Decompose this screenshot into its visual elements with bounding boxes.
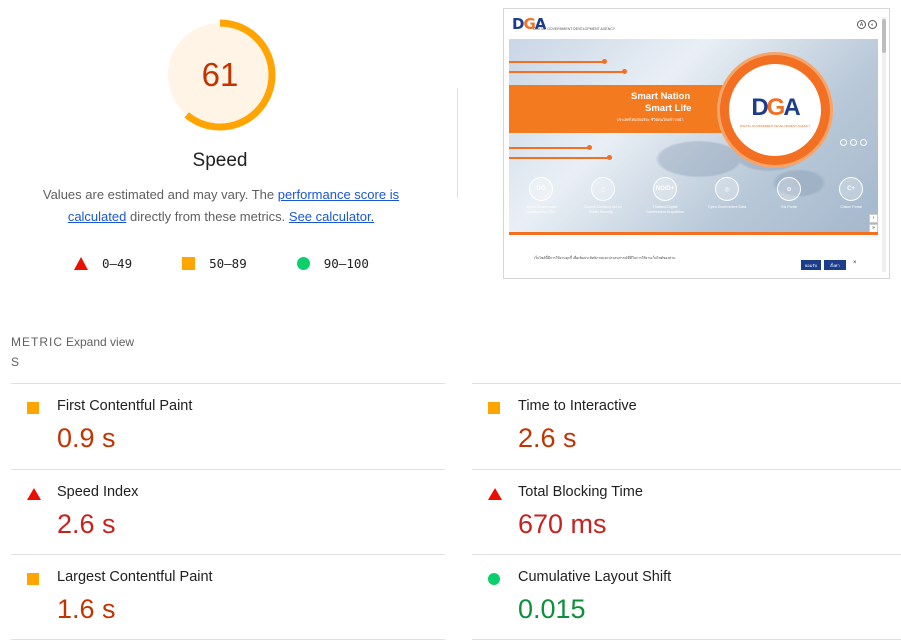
row-divider bbox=[472, 639, 901, 640]
fail-triangle-icon bbox=[74, 256, 88, 270]
vertical-divider bbox=[457, 88, 458, 198]
metric-name: Speed Index bbox=[57, 484, 139, 500]
legend-item-fail: 0–49 bbox=[74, 256, 132, 271]
hero-headline-sub: ประเทศไทยอัจฉริยะ ชีวิตคนไทยก้าวหน้า bbox=[617, 118, 684, 122]
metrics-header: METRIC Expand view S bbox=[11, 332, 191, 372]
cookie-text: เว็บไซต์นี้มีการใช้งานคุกกี้ เพื่อเพิ่มป… bbox=[534, 256, 676, 260]
description-middle: directly from these metrics. bbox=[126, 209, 289, 224]
metric-first-contentful-paint: First Contentful Paint 0.9 s bbox=[11, 383, 445, 469]
average-square-icon bbox=[182, 256, 196, 270]
metric-value: 2.6 s bbox=[57, 509, 116, 539]
row-divider bbox=[11, 554, 445, 555]
score-description: Values are estimated and may vary. The p… bbox=[24, 184, 418, 228]
fail-triangle-icon bbox=[27, 488, 41, 500]
text-size-icon: A bbox=[857, 20, 866, 29]
dg-plan-icon: DG bbox=[529, 177, 553, 201]
score-value: 61 bbox=[201, 56, 239, 93]
legend-item-pass: 90–100 bbox=[296, 255, 369, 271]
metric-value: 0.9 s bbox=[57, 423, 116, 453]
dga-logo-subtitle: DIGITAL GOVERNMENT DEVELOPMENT AGENCY bbox=[533, 27, 616, 31]
metric-value: 0.015 bbox=[518, 594, 586, 624]
metrics-title: METRIC bbox=[11, 335, 63, 349]
thumbnail-header: DGA DIGITAL GOVERNMENT DEVELOPMENT AGENC… bbox=[504, 9, 889, 39]
thumbnail-scrollbar bbox=[882, 17, 886, 272]
open-data-icon: ◎ bbox=[715, 177, 739, 201]
expand-view-toggle[interactable]: Expand view bbox=[66, 335, 134, 349]
row-divider bbox=[472, 469, 901, 470]
cookie-accept-button: ยอมรับ bbox=[801, 260, 821, 270]
score-label: Speed bbox=[192, 150, 248, 171]
average-square-icon bbox=[27, 573, 39, 585]
row-divider bbox=[472, 554, 901, 555]
metric-name: Total Blocking Time bbox=[518, 484, 643, 500]
side-nav-icon: » bbox=[869, 224, 878, 232]
service-item: DG Digital Government Development Plan bbox=[521, 177, 561, 215]
social-icon bbox=[860, 139, 867, 146]
performance-score-gauge: 61 bbox=[163, 18, 277, 132]
accessibility-icons: A ◐ bbox=[855, 20, 877, 29]
thumbnail-scroll-thumb bbox=[882, 19, 886, 53]
pass-circle-icon bbox=[488, 573, 500, 585]
row-divider bbox=[472, 383, 901, 384]
final-screenshot-thumbnail[interactable]: DG A DIGITAL GOVERNMENT DEVELOPMENT AGENC… bbox=[503, 8, 890, 279]
metric-total-blocking-time: Total Blocking Time 670 ms bbox=[472, 469, 901, 555]
dga-circle-logo: DGA DIGITAL GOVERNMENT DEVELOPMENT AGENC… bbox=[720, 55, 830, 165]
cookie-banner: เว็บไซต์นี้มีการใช้งานคุกกี้ เพื่อเพิ่มป… bbox=[509, 241, 884, 277]
legend-range: 90–100 bbox=[323, 255, 369, 271]
social-icons bbox=[837, 139, 867, 146]
dga-circle-caption: DIGITAL GOVERNMENT DEVELOPMENT AGENCY bbox=[739, 124, 811, 128]
metric-value: 670 ms bbox=[518, 509, 607, 539]
metric-largest-contentful-paint: Largest Contentful Paint 1.6 s bbox=[11, 554, 445, 640]
service-item: ◎ Open Government Data bbox=[707, 177, 747, 215]
side-nav-icon: › bbox=[869, 214, 878, 223]
average-square-icon bbox=[488, 402, 500, 414]
description-prefix: Values are estimated and may vary. The bbox=[42, 187, 278, 202]
legend-item-average: 50–89 bbox=[182, 256, 247, 271]
metric-name: Time to Interactive bbox=[518, 398, 637, 414]
service-item: ▯ Govern Certainty Act on Public Security… bbox=[583, 177, 623, 215]
score-legend: 0–49 50–89 90–100 bbox=[74, 254, 419, 272]
fail-triangle-icon bbox=[488, 488, 502, 500]
document-icon: ▯ bbox=[591, 177, 615, 201]
service-item: NO/D+ Thailand Digital Government Acquisi… bbox=[645, 177, 685, 215]
service-icons-row: DG Digital Government Development Plan ▯ G… bbox=[521, 177, 871, 215]
service-item: C+ Citizen Portal bbox=[831, 177, 871, 215]
row-divider bbox=[11, 383, 445, 384]
hero-headline-2: Smart Life bbox=[645, 103, 692, 114]
social-icon bbox=[840, 139, 847, 146]
hero-bottom-bar bbox=[509, 232, 878, 235]
metric-speed-index: Speed Index 2.6 s bbox=[11, 469, 445, 555]
metrics-title-tail: S bbox=[11, 355, 21, 369]
side-nav-buttons: › » bbox=[869, 214, 878, 232]
row-divider bbox=[11, 639, 445, 640]
hero-banner: Smart Nation Smart Life ประเทศไทยอัจฉริย… bbox=[509, 39, 878, 232]
social-icon bbox=[850, 139, 857, 146]
metric-value: 2.6 s bbox=[518, 423, 577, 453]
metric-cumulative-layout-shift: Cumulative Layout Shift 0.015 bbox=[472, 554, 901, 640]
metric-name: Cumulative Layout Shift bbox=[518, 569, 672, 585]
biz-portal-icon: ⊙ bbox=[777, 177, 801, 201]
acquisition-icon: NO/D+ bbox=[653, 177, 677, 201]
cookie-settings-button: ตั้งค่า bbox=[824, 260, 846, 270]
contrast-icon: ◐ bbox=[868, 20, 877, 29]
row-divider bbox=[11, 469, 445, 470]
metric-name: Largest Contentful Paint bbox=[57, 569, 213, 585]
metric-time-to-interactive: Time to Interactive 2.6 s bbox=[472, 383, 901, 469]
see-calculator-link[interactable]: See calculator. bbox=[289, 209, 374, 224]
pass-circle-icon bbox=[296, 256, 310, 270]
average-square-icon bbox=[27, 402, 39, 414]
citizen-portal-icon: C+ bbox=[839, 177, 863, 201]
close-icon: × bbox=[853, 260, 857, 266]
metric-name: First Contentful Paint bbox=[57, 398, 193, 414]
legend-range: 50–89 bbox=[209, 255, 247, 271]
metric-value: 1.6 s bbox=[57, 594, 116, 624]
legend-range: 0–49 bbox=[102, 255, 133, 271]
hero-headline-1: Smart Nation bbox=[631, 91, 691, 102]
service-item: ⊙ Biz Portal bbox=[769, 177, 809, 215]
hero-orange-band bbox=[509, 85, 739, 133]
